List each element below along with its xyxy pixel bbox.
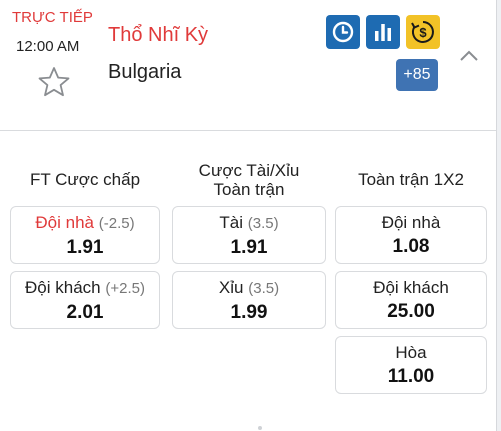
1x2-market-title: Toàn trận 1X2 [358,170,464,189]
odds-price: 11.00 [387,366,435,387]
statistics-button[interactable] [366,15,400,49]
handicap-market-title: FT Cược chấp [29,170,141,189]
odds-price: 1.91 [230,237,268,258]
odds-price: 1.91 [66,237,104,258]
odds-button-1x2-draw[interactable]: Hòa 11.00 [335,336,487,394]
more-markets-button[interactable]: +85 [396,59,438,91]
timeline-button[interactable] [326,15,360,49]
selection-label: Đội khách [373,278,449,297]
odds-button-1x2-away[interactable]: Đội khách 25.00 [335,271,487,329]
odds-button-under[interactable]: Xỉu (3.5) 1.99 [172,271,326,329]
bar-chart-icon [375,24,391,41]
cash-out-button[interactable]: $ [406,15,440,49]
clock-icon [332,21,354,43]
match-header: TRỰC TIẾP 12:00 AM Thổ Nhĩ Kỳ Bulgaria $… [0,0,496,131]
selection-label: Hòa [395,343,427,362]
handicap-value: (-2.5) [98,215,135,232]
selection-label: Tài [219,213,244,232]
odds-button-over[interactable]: Tài (3.5) 1.91 [172,206,326,264]
odds-price: 2.01 [66,302,104,323]
over-under-market-title: Cược Tài/Xỉu Toàn trận [172,161,326,199]
home-team-name: Thổ Nhĩ Kỳ [108,24,209,46]
match-time: 12:00 AM [16,38,80,55]
live-label: TRỰC TIẾP [12,9,93,26]
handicap-value: (+2.5) [105,280,145,297]
star-outline-icon[interactable] [38,66,70,98]
selection-label: Đội khách [25,278,101,297]
odds-price: 25.00 [387,301,435,322]
odds-price: 1.99 [230,302,268,323]
scroll-indicator [258,426,262,430]
total-line-value: (3.5) [248,280,280,297]
over-under-title-line2: Toàn trận [213,180,285,199]
away-team-name: Bulgaria [108,61,182,83]
cash-out-icon: $ [411,21,434,43]
total-line-value: (3.5) [247,215,279,232]
odds-button-1x2-home[interactable]: Đội nhà 1.08 [335,206,487,264]
match-card: TRỰC TIẾP 12:00 AM Thổ Nhĩ Kỳ Bulgaria $… [0,0,497,431]
over-under-title-line1: Cược Tài/Xỉu [198,161,300,180]
odds-button-handicap-home[interactable]: Đội nhà (-2.5) 1.91 [10,206,160,264]
selection-label: Đội nhà [381,213,441,232]
odds-price: 1.08 [392,236,430,257]
selection-label: Xỉu [218,278,244,297]
chevron-up-icon[interactable] [458,48,480,64]
selection-label: Đội nhà [35,213,95,232]
odds-button-handicap-away[interactable]: Đội khách (+2.5) 2.01 [10,271,160,329]
svg-text:$: $ [419,25,427,40]
